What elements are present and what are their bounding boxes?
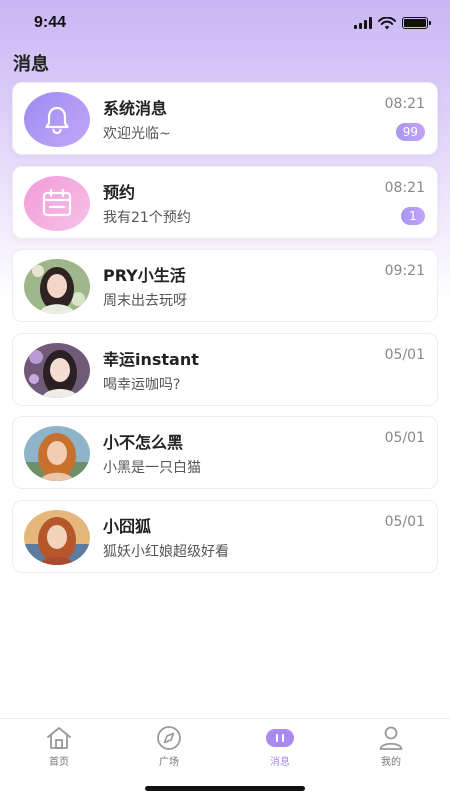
contact-name: 系统消息 bbox=[103, 99, 168, 118]
cellular-signal-icon bbox=[354, 17, 372, 29]
list-item-chat[interactable]: 幸运instant 喝幸运咖吗? 05/01 bbox=[12, 332, 438, 406]
status-bar: 9:44 bbox=[0, 0, 450, 46]
user-photo-icon bbox=[24, 259, 90, 314]
tab-profile[interactable]: 我的 bbox=[351, 725, 431, 768]
home-indicator bbox=[145, 786, 305, 791]
message-time: 05/01 bbox=[384, 513, 425, 530]
avatar bbox=[24, 342, 90, 398]
battery-icon bbox=[402, 17, 431, 29]
message-time: 05/01 bbox=[384, 430, 425, 446]
message-time: 08:21 bbox=[384, 179, 425, 196]
message-time: 08:21 bbox=[384, 96, 425, 112]
avatar bbox=[24, 426, 90, 481]
tab-label: 我的 bbox=[381, 757, 401, 768]
status-time: 9:44 bbox=[34, 14, 67, 31]
contact-name: 小囧狐 bbox=[103, 516, 152, 536]
message-preview: 喝幸运咖吗? bbox=[103, 376, 181, 393]
list-item-chat[interactable]: 小囧狐 狐妖小红娘超级好看 05/01 bbox=[12, 499, 438, 573]
message-preview: 小黑是一只白猫 bbox=[103, 460, 201, 476]
contact-name: 预约 bbox=[103, 182, 136, 202]
user-icon bbox=[379, 726, 403, 750]
tab-label: 首页 bbox=[49, 757, 69, 768]
tab-square[interactable]: 广场 bbox=[129, 725, 209, 768]
page-title: 消息 bbox=[13, 54, 49, 75]
contact-name: PRY小生活 bbox=[103, 266, 186, 285]
user-photo-icon bbox=[24, 509, 90, 565]
list-item-system-messages[interactable]: 系统消息 欢迎光临~ 08:21 99 bbox=[12, 82, 438, 155]
message-time: 09:21 bbox=[384, 263, 425, 279]
avatar bbox=[24, 92, 90, 147]
avatar bbox=[24, 175, 90, 231]
user-photo-icon bbox=[24, 342, 90, 398]
tab-label: 广场 bbox=[159, 757, 179, 768]
chat-icon bbox=[266, 729, 294, 747]
home-icon bbox=[47, 727, 71, 749]
status-icons bbox=[354, 16, 431, 30]
avatar bbox=[24, 259, 90, 314]
list-item-chat[interactable]: PRY小生活 周末出去玩呀 09:21 bbox=[12, 249, 438, 322]
message-preview: 我有21个预约 bbox=[103, 209, 191, 226]
tab-home[interactable]: 首页 bbox=[19, 725, 99, 768]
calendar-icon bbox=[42, 188, 72, 217]
message-preview: 周末出去玩呀 bbox=[103, 293, 187, 309]
bell-icon bbox=[45, 106, 69, 134]
unread-badge: 1 bbox=[401, 206, 425, 225]
wifi-icon bbox=[378, 16, 396, 29]
message-time: 05/01 bbox=[384, 346, 425, 363]
contact-name: 幸运instant bbox=[103, 349, 199, 369]
list-item-chat[interactable]: 小不怎么黑 小黑是一只白猫 05/01 bbox=[12, 416, 438, 489]
tab-label: 消息 bbox=[270, 757, 290, 768]
contact-name: 小不怎么黑 bbox=[103, 433, 184, 452]
tab-messages[interactable]: 消息 bbox=[240, 725, 320, 768]
message-preview: 欢迎光临~ bbox=[103, 126, 171, 142]
message-preview: 狐妖小红娘超级好看 bbox=[103, 543, 229, 560]
compass-icon bbox=[157, 726, 181, 750]
list-item-appointments[interactable]: 预约 我有21个预约 08:21 1 bbox=[12, 165, 438, 239]
avatar bbox=[24, 509, 90, 565]
unread-badge: 99 bbox=[395, 123, 425, 141]
message-list: 系统消息 欢迎光临~ 08:21 99 预约 我有21个预约 08:21 1 P… bbox=[12, 82, 438, 583]
user-photo-icon bbox=[24, 426, 90, 481]
